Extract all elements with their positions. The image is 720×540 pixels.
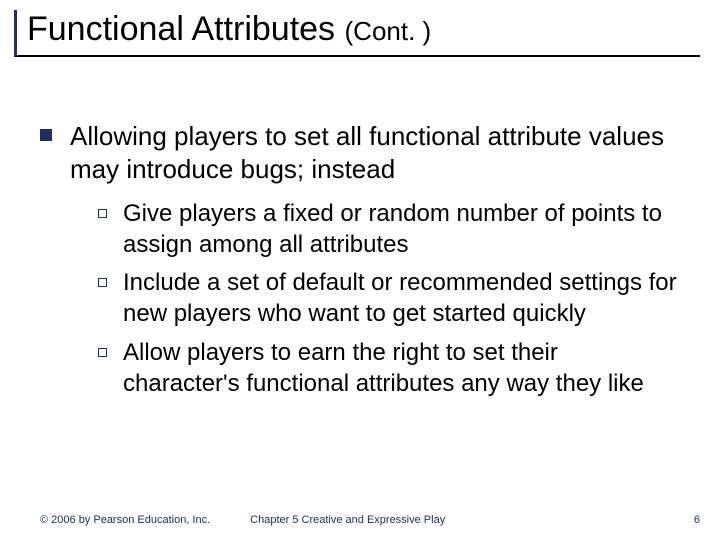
list-item: Allow players to earn the right to set t… <box>98 338 680 399</box>
subpoint-text: Include a set of default or recommended … <box>123 268 680 329</box>
square-bullet-icon <box>40 129 52 141</box>
title-main: Functional Attributes <box>27 10 345 48</box>
hollow-square-icon <box>98 348 107 357</box>
hollow-square-icon <box>98 209 107 218</box>
bullet-level1: Allowing players to set all functional a… <box>40 120 680 185</box>
list-item: Give players a fixed or random number of… <box>98 199 680 260</box>
title-cont: (Cont. ) <box>345 16 432 46</box>
footer-copyright: © 2006 by Pearson Education, Inc. <box>40 514 210 526</box>
subpoints: Give players a fixed or random number of… <box>98 199 680 399</box>
slide: Functional Attributes (Cont. ) Allowing … <box>0 0 720 540</box>
title-block: Functional Attributes (Cont. ) <box>14 10 700 57</box>
list-item: Include a set of default or recommended … <box>98 268 680 329</box>
subpoint-text: Give players a fixed or random number of… <box>123 199 680 260</box>
slide-footer: © 2006 by Pearson Education, Inc. Chapte… <box>40 514 700 526</box>
intro-text: Allowing players to set all functional a… <box>70 120 680 185</box>
hollow-square-icon <box>98 278 107 287</box>
footer-page-number: 6 <box>694 514 700 526</box>
subpoint-text: Allow players to earn the right to set t… <box>123 338 680 399</box>
slide-body: Allowing players to set all functional a… <box>40 120 680 407</box>
slide-title: Functional Attributes (Cont. ) <box>27 10 431 48</box>
footer-chapter: Chapter 5 Creative and Expressive Play <box>250 514 694 526</box>
